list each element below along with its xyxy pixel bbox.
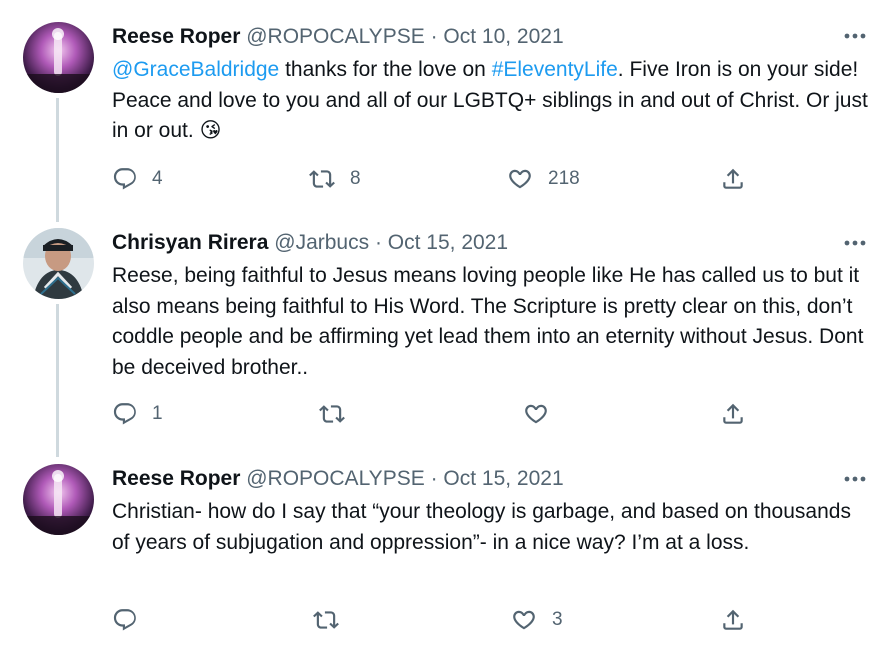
- like-button[interactable]: [522, 399, 550, 429]
- share-icon: [720, 607, 746, 633]
- retweet-count: 8: [350, 168, 361, 189]
- like-icon: [506, 166, 534, 192]
- retweet-icon: [318, 401, 346, 427]
- action-bar: 3: [112, 605, 812, 635]
- tweet-header: Reese Roper @ROPOCALYPSE · Oct 10, 2021: [112, 24, 564, 50]
- mention-link[interactable]: @GraceBaldridge: [112, 58, 279, 81]
- tweet-text: Christian- how do I say that “your theol…: [112, 500, 851, 554]
- separator-dot: ·: [430, 25, 438, 48]
- reply-icon: [112, 401, 138, 427]
- like-icon: [522, 401, 550, 427]
- retweet-button[interactable]: 8: [308, 164, 361, 194]
- author-handle[interactable]: @Jarbucs: [274, 231, 369, 254]
- reply-count: 4: [152, 168, 163, 189]
- reply-button[interactable]: 4: [112, 164, 163, 194]
- author-name[interactable]: Reese Roper: [112, 467, 240, 490]
- share-button[interactable]: [720, 399, 746, 429]
- share-button[interactable]: [720, 605, 746, 635]
- tweet[interactable]: Reese Roper @ROPOCALYPSE · Oct 10, 2021 …: [0, 0, 892, 215]
- tweet-header: Chrisyan Rirera @Jarbucs · Oct 15, 2021: [112, 230, 508, 256]
- tweet-text: @GraceBaldridge thanks for the love on #…: [112, 55, 872, 147]
- share-button[interactable]: [720, 164, 746, 194]
- like-count: 218: [548, 168, 580, 189]
- avatar[interactable]: [23, 228, 94, 299]
- like-button[interactable]: 218: [506, 164, 580, 194]
- tweet[interactable]: Chrisyan Rirera @Jarbucs · Oct 15, 2021 …: [0, 215, 892, 447]
- reply-icon: [112, 166, 138, 192]
- more-icon[interactable]: [842, 235, 870, 251]
- avatar[interactable]: [23, 464, 94, 535]
- separator-dot: ·: [374, 231, 382, 254]
- retweet-button[interactable]: [312, 605, 340, 635]
- retweet-icon: [308, 166, 336, 192]
- tweet-text: Reese, being faithful to Jesus means lov…: [112, 264, 864, 379]
- tweet[interactable]: Reese Roper @ROPOCALYPSE · Oct 15, 2021 …: [0, 447, 892, 651]
- author-name[interactable]: Reese Roper: [112, 25, 240, 48]
- like-count: 3: [552, 609, 563, 630]
- author-handle[interactable]: @ROPOCALYPSE: [246, 467, 424, 490]
- like-button[interactable]: 3: [510, 605, 563, 635]
- tweet-text-part: thanks for the love on: [279, 58, 492, 81]
- tweet-date[interactable]: Oct 15, 2021: [443, 467, 563, 490]
- share-icon: [720, 401, 746, 427]
- avatar[interactable]: [23, 22, 94, 93]
- action-bar: 1: [112, 399, 812, 429]
- more-icon[interactable]: [842, 28, 870, 44]
- author-name[interactable]: Chrisyan Rirera: [112, 231, 268, 254]
- tweet-date[interactable]: Oct 15, 2021: [388, 231, 508, 254]
- hashtag-link[interactable]: #EleventyLife: [492, 58, 618, 81]
- kiss-emoji: 😘: [199, 119, 222, 142]
- author-handle[interactable]: @ROPOCALYPSE: [246, 25, 424, 48]
- reply-button[interactable]: [112, 605, 138, 635]
- retweet-button[interactable]: [318, 399, 346, 429]
- action-bar: 4 8 218: [112, 164, 812, 194]
- like-icon: [510, 607, 538, 633]
- reply-count: 1: [152, 403, 163, 424]
- retweet-icon: [312, 607, 340, 633]
- separator-dot: ·: [430, 467, 438, 490]
- more-icon[interactable]: [842, 471, 870, 487]
- tweet-header: Reese Roper @ROPOCALYPSE · Oct 15, 2021: [112, 466, 564, 492]
- share-icon: [720, 166, 746, 192]
- reply-button[interactable]: 1: [112, 399, 163, 429]
- reply-icon: [112, 607, 138, 633]
- tweet-date[interactable]: Oct 10, 2021: [443, 25, 563, 48]
